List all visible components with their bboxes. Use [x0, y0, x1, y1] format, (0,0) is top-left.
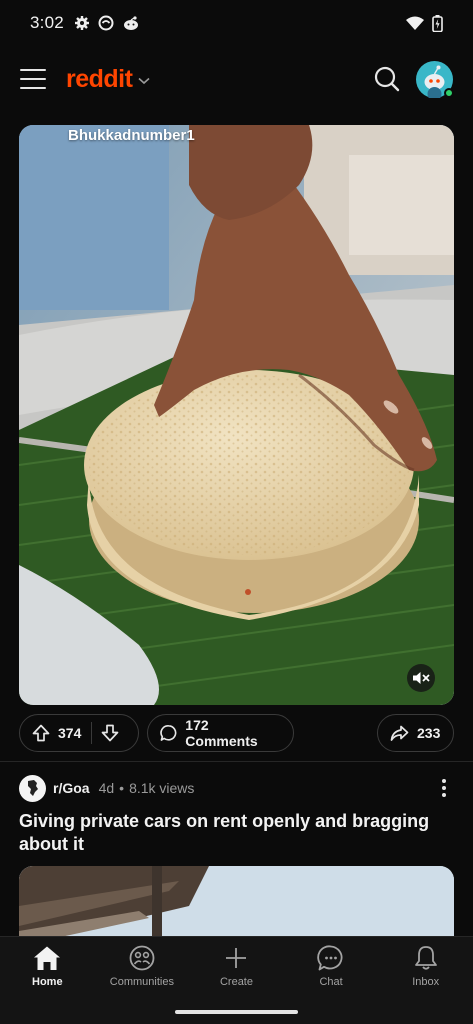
vote-divider — [91, 722, 93, 744]
status-notification-icons — [74, 15, 140, 31]
share-count: 233 — [417, 725, 441, 741]
plus-icon — [226, 948, 247, 968]
nav-label-home: Home — [32, 976, 63, 988]
vote-count: 374 — [58, 725, 82, 741]
upvote-icon[interactable] — [32, 724, 50, 742]
nav-label-create: Create — [219, 976, 253, 988]
nav-create[interactable]: Create — [189, 945, 284, 1001]
post-action-bar: 374 172 Comments 233 — [19, 714, 454, 752]
volume-muted-icon — [413, 672, 430, 684]
comments-count: 172 Comments — [185, 717, 258, 749]
wifi-icon — [406, 16, 424, 30]
downvote-icon[interactable] — [101, 724, 119, 742]
settings-gear-icon — [74, 16, 89, 30]
feed-switcher[interactable]: reddit — [66, 65, 150, 94]
brand-logo: reddit — [66, 64, 133, 93]
video-frame-image — [19, 125, 454, 705]
preview-image — [19, 866, 454, 946]
post-image-preview[interactable] — [19, 866, 454, 946]
home-icon — [34, 946, 61, 970]
chat-icon — [317, 945, 343, 971]
menu-icon[interactable] — [20, 69, 46, 89]
nav-label-chat: Chat — [319, 976, 343, 988]
notification-app-icon — [98, 15, 114, 31]
post-age: 4d — [98, 780, 115, 796]
status-bar: 3:02 — [0, 0, 473, 46]
goa-map-icon — [27, 780, 38, 796]
share-icon — [390, 725, 409, 741]
nav-inbox[interactable]: Inbox — [378, 945, 473, 1001]
post-title[interactable]: Giving private cars on rent openly and b… — [19, 810, 449, 856]
chevron-down-icon — [138, 77, 150, 84]
more-options-icon[interactable] — [434, 776, 454, 800]
nav-label-inbox: Inbox — [412, 976, 440, 988]
status-time: 3:02 — [30, 13, 64, 32]
search-icon[interactable] — [374, 66, 400, 92]
subreddit-name[interactable]: r/Goa — [53, 780, 90, 796]
mute-button[interactable] — [407, 664, 435, 692]
nav-label-communities: Communities — [109, 976, 174, 988]
avatar[interactable] — [416, 60, 454, 101]
online-status-dot — [444, 87, 454, 98]
communities-icon — [129, 945, 155, 971]
meta-separator: • — [119, 780, 125, 796]
share-button[interactable]: 233 — [377, 714, 454, 752]
feed-divider — [0, 761, 473, 762]
reddit-notification-icon — [123, 16, 138, 30]
comments-button[interactable]: 172 Comments — [147, 714, 294, 752]
battery-icon — [432, 14, 443, 32]
status-system-icons — [406, 14, 443, 32]
gesture-handle[interactable] — [175, 1010, 298, 1014]
post-video[interactable]: Bhukkadnumber1 — [19, 125, 454, 705]
bell-icon — [414, 946, 437, 970]
next-post-header: r/Goa 4d • 8.1k views — [19, 773, 454, 803]
subreddit-avatar[interactable] — [19, 774, 46, 802]
post-views: 8.1k views — [129, 780, 195, 796]
video-watermark: Bhukkadnumber1 — [68, 127, 195, 144]
bottom-navigation: Home Communities Create Chat Inbox — [0, 936, 473, 1024]
comment-icon — [160, 724, 177, 741]
vote-control: 374 — [19, 714, 139, 752]
nav-chat[interactable]: Chat — [284, 945, 379, 1001]
nav-communities[interactable]: Communities — [95, 945, 190, 1001]
nav-home[interactable]: Home — [0, 945, 95, 1001]
app-header: reddit — [0, 50, 473, 108]
